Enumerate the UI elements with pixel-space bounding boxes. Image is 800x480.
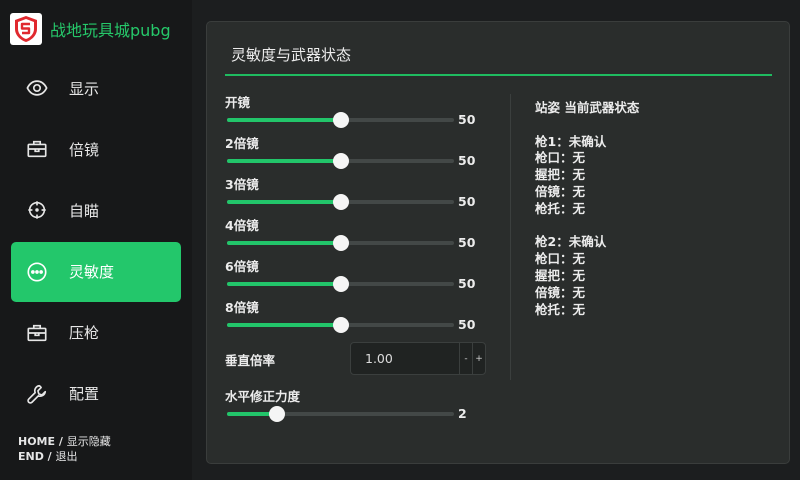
- gun2-status-line: 枪托：无: [535, 301, 586, 317]
- slider-track[interactable]: [227, 276, 454, 292]
- slider-track[interactable]: [227, 235, 454, 251]
- sidebar-item-label: 压枪: [69, 324, 100, 343]
- slider-value: 50: [458, 153, 476, 168]
- slider-thumb[interactable]: [332, 276, 349, 292]
- slider-label: 2倍镜: [225, 136, 259, 151]
- slider-thumb[interactable]: [332, 194, 349, 210]
- slider-label: 4倍镜: [225, 218, 259, 233]
- slider-label: 水平修正力度: [225, 389, 301, 404]
- slider-value: 2: [458, 406, 467, 421]
- weapon-status: 站姿 当前武器状态 枪1：未确认 枪口：无 握把：无 倍镜：无 枪托：无 枪2：…: [535, 100, 775, 318]
- briefcase-icon: [25, 137, 49, 161]
- vertical-multiplier-spinbox: - +: [350, 342, 486, 375]
- crosshair-icon: [25, 198, 49, 222]
- slider-fill: [227, 282, 341, 286]
- slider-fill: [227, 323, 341, 327]
- slider-label: 开镜: [225, 95, 251, 110]
- sidebar-nav: 显示 倍镜 自瞄 灵敏度 压枪 配置: [11, 58, 181, 425]
- toolbox-icon: [25, 321, 49, 345]
- slider-value: 50: [458, 235, 476, 250]
- vertical-multiplier-row: 垂直倍率 - +: [225, 342, 487, 376]
- vertical-multiplier-input[interactable]: [365, 351, 445, 366]
- slider-track[interactable]: [227, 317, 454, 333]
- hotkey-desc: 退出: [55, 450, 78, 463]
- gun2-status-line: 握把：无: [535, 267, 586, 283]
- slider-label: 6倍镜: [225, 259, 259, 274]
- slider-track[interactable]: [227, 112, 454, 128]
- sidebar-item-label: 自瞄: [69, 201, 100, 220]
- slider-fill: [227, 118, 341, 122]
- slider-value: 50: [458, 317, 476, 332]
- slider-fill: [227, 241, 341, 245]
- sidebar-item-aimbot[interactable]: 自瞄: [11, 180, 181, 240]
- slider-track[interactable]: [227, 194, 454, 210]
- hotkey-hint-end: END / 退出: [18, 448, 78, 464]
- scope-sliders: 开镜 50 2倍镜 50 3倍镜 50 4倍镜 50 6倍镜 50 8倍镜 50: [225, 92, 485, 338]
- slider-track[interactable]: [227, 153, 454, 169]
- panel-divider: [225, 74, 772, 76]
- increment-button[interactable]: +: [472, 343, 485, 374]
- sidebar-item-scope[interactable]: 倍镜: [11, 119, 181, 179]
- sidebar-item-label: 倍镜: [69, 140, 100, 159]
- brand: 战地玩具城pubg: [10, 12, 171, 46]
- sidebar-item-display[interactable]: 显示: [11, 58, 181, 118]
- column-divider: [510, 94, 511, 380]
- sensitivity-panel: 灵敏度与武器状态 开镜 50 2倍镜 50 3倍镜 50 4倍镜 50 6倍镜 …: [206, 21, 790, 464]
- hotkey-hint-home: HOME / 显示隐藏: [18, 433, 111, 449]
- sidebar-item-label: 灵敏度: [69, 263, 115, 282]
- slider-fill: [227, 200, 341, 204]
- slider-value: 50: [458, 194, 476, 209]
- app-window: 战地玩具城pubg 显示 倍镜 自瞄 灵敏度 压枪 配置 HOME / 显示隐藏…: [0, 0, 800, 480]
- slider-value: 50: [458, 112, 476, 127]
- slider-6x: 6倍镜 50: [225, 256, 485, 297]
- spin-buttons: - +: [459, 343, 485, 374]
- slider-2x: 2倍镜 50: [225, 133, 485, 174]
- slider-thumb[interactable]: [332, 153, 349, 169]
- more-circle-icon: [25, 260, 49, 284]
- slider-value: 50: [458, 276, 476, 291]
- wrench-icon: [25, 382, 49, 406]
- slider-4x: 4倍镜 50: [225, 215, 485, 256]
- gun1-status-line: 倍镜：无: [535, 183, 586, 199]
- slider-horizontal-correction: 水平修正力度 2: [225, 386, 485, 427]
- slider-3x: 3倍镜 50: [225, 174, 485, 215]
- sidebar-item-label: 显示: [69, 79, 100, 98]
- sidebar: 战地玩具城pubg 显示 倍镜 自瞄 灵敏度 压枪 配置 HOME / 显示隐藏…: [0, 0, 192, 480]
- panel-title: 灵敏度与武器状态: [231, 46, 352, 64]
- gun1-status-line: 握把：无: [535, 167, 586, 183]
- vertical-multiplier-label: 垂直倍率: [225, 353, 276, 368]
- slider-8x: 8倍镜 50: [225, 297, 485, 338]
- hotkey-key: END /: [18, 450, 56, 463]
- decrement-button[interactable]: -: [459, 343, 472, 374]
- slider-thumb[interactable]: [268, 406, 285, 422]
- slider-label: 8倍镜: [225, 300, 259, 315]
- sidebar-item-label: 配置: [69, 385, 100, 404]
- slider-fill: [227, 159, 341, 163]
- hotkey-key: HOME /: [18, 435, 67, 448]
- slider-ads: 开镜 50: [225, 92, 485, 133]
- app-title: 战地玩具城pubg: [50, 21, 171, 40]
- sidebar-item-sensitivity[interactable]: 灵敏度: [11, 241, 181, 302]
- gun2-status-line: 枪2：未确认: [535, 234, 607, 250]
- status-header: 站姿 当前武器状态: [535, 100, 640, 115]
- slider-thumb[interactable]: [332, 235, 349, 251]
- gun2-status-line: 倍镜：无: [535, 284, 586, 300]
- eye-icon: [25, 76, 49, 100]
- gun1-status-line: 枪口：无: [535, 150, 586, 166]
- slider-thumb[interactable]: [332, 317, 349, 333]
- slider-thumb[interactable]: [332, 112, 349, 128]
- sidebar-item-config[interactable]: 配置: [11, 364, 181, 424]
- gun1-status-line: 枪托：无: [535, 200, 586, 216]
- slider-label: 3倍镜: [225, 177, 259, 192]
- shield-logo-icon: [10, 13, 42, 45]
- slider-track[interactable]: [227, 406, 454, 422]
- hotkey-desc: 显示隐藏: [66, 435, 111, 448]
- sidebar-item-recoil[interactable]: 压枪: [11, 303, 181, 363]
- gun2-status-line: 枪口：无: [535, 251, 586, 267]
- gun1-status-line: 枪1：未确认: [535, 133, 607, 149]
